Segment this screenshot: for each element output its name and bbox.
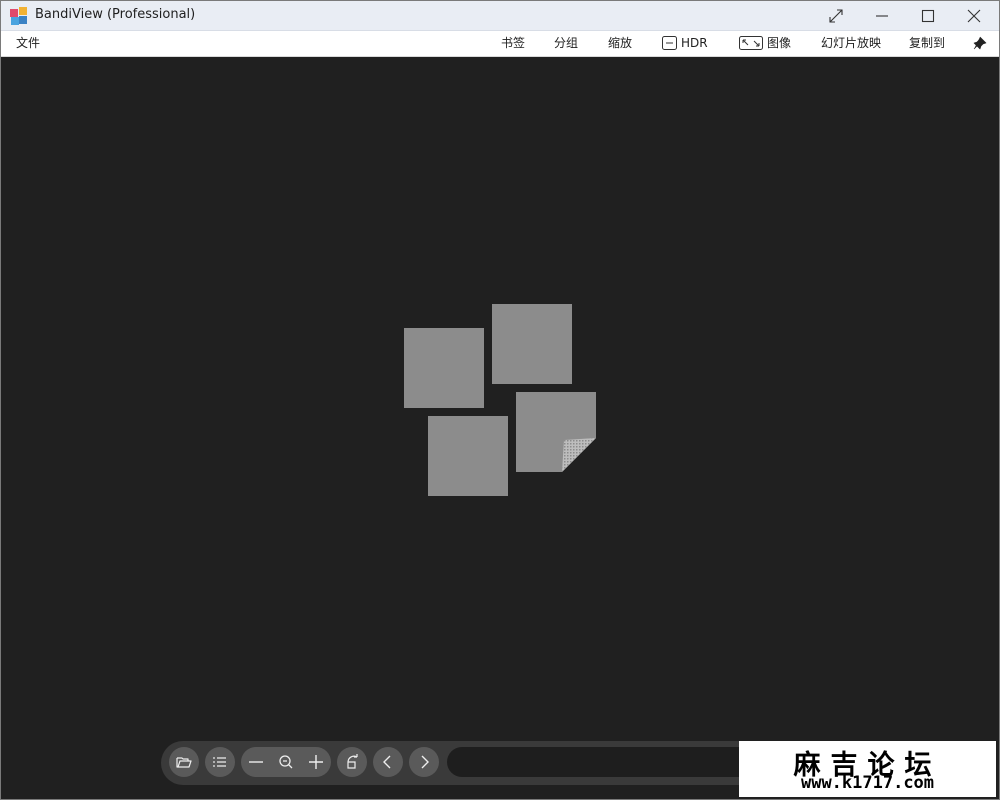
expand-arrows-icon <box>829 8 843 23</box>
pin-button[interactable] <box>973 35 991 52</box>
next-button[interactable] <box>409 747 439 777</box>
watermark-url: www.k1717.com <box>800 773 935 793</box>
menu-zoom[interactable]: 缩放 <box>608 35 632 52</box>
close-button[interactable] <box>951 1 997 30</box>
placeholder-square <box>404 328 484 408</box>
list-button[interactable] <box>205 747 235 777</box>
menu-slideshow[interactable]: 幻灯片放映 <box>821 35 881 52</box>
title-bar[interactable]: BandiView (Professional) <box>1 1 999 31</box>
fullscreen-button[interactable] <box>813 1 859 30</box>
app-window: BandiView (Professional) 文件 书签 分组 缩放 HDR… <box>0 0 1000 800</box>
magnifier-icon <box>279 755 293 769</box>
zoom-fit-button[interactable] <box>271 747 301 777</box>
pin-icon <box>973 36 987 50</box>
menu-group[interactable]: 分组 <box>554 35 578 52</box>
image-resize-icon <box>739 36 763 50</box>
menu-hdr-label: HDR <box>681 36 708 50</box>
menu-bar: 文件 书签 分组 缩放 HDR 图像 幻灯片放映 复制到 <box>1 31 999 57</box>
menu-file[interactable]: 文件 <box>16 35 40 52</box>
chevron-right-icon <box>421 755 429 769</box>
minimize-button[interactable] <box>859 1 905 30</box>
list-icon <box>213 757 226 767</box>
menu-image-label: 图像 <box>767 36 792 50</box>
rotate-icon <box>347 754 358 769</box>
menu-hdr[interactable]: HDR <box>662 35 708 52</box>
folded-page-icon <box>516 392 596 472</box>
watermark: 麻吉论坛 www.k1717.com <box>739 741 996 797</box>
zoom-in-button[interactable] <box>301 747 331 777</box>
hdr-icon <box>662 36 677 50</box>
bottom-toolbar <box>161 741 781 785</box>
close-icon <box>967 9 981 22</box>
bandiview-logo-icon <box>10 7 27 25</box>
folder-open-icon <box>176 757 192 768</box>
menu-bookmark[interactable]: 书签 <box>501 35 525 52</box>
plus-icon <box>309 755 323 769</box>
maximize-icon <box>921 9 935 22</box>
chevron-left-icon <box>383 755 391 769</box>
menu-copy-to[interactable]: 复制到 <box>909 35 945 52</box>
zoom-out-button[interactable] <box>241 747 271 777</box>
placeholder-square <box>492 304 572 384</box>
zoom-controls <box>241 747 331 777</box>
image-viewer-area[interactable] <box>1 57 999 799</box>
menu-image[interactable]: 图像 <box>739 35 791 52</box>
previous-button[interactable] <box>373 747 403 777</box>
page-seek-bar[interactable] <box>447 747 777 777</box>
minimize-icon <box>876 14 888 17</box>
open-folder-button[interactable] <box>169 747 199 777</box>
placeholder-square <box>428 416 508 496</box>
minus-icon <box>249 761 263 763</box>
window-title: BandiView (Professional) <box>35 7 196 22</box>
maximize-button[interactable] <box>905 1 951 30</box>
rotate-button[interactable] <box>337 747 367 777</box>
